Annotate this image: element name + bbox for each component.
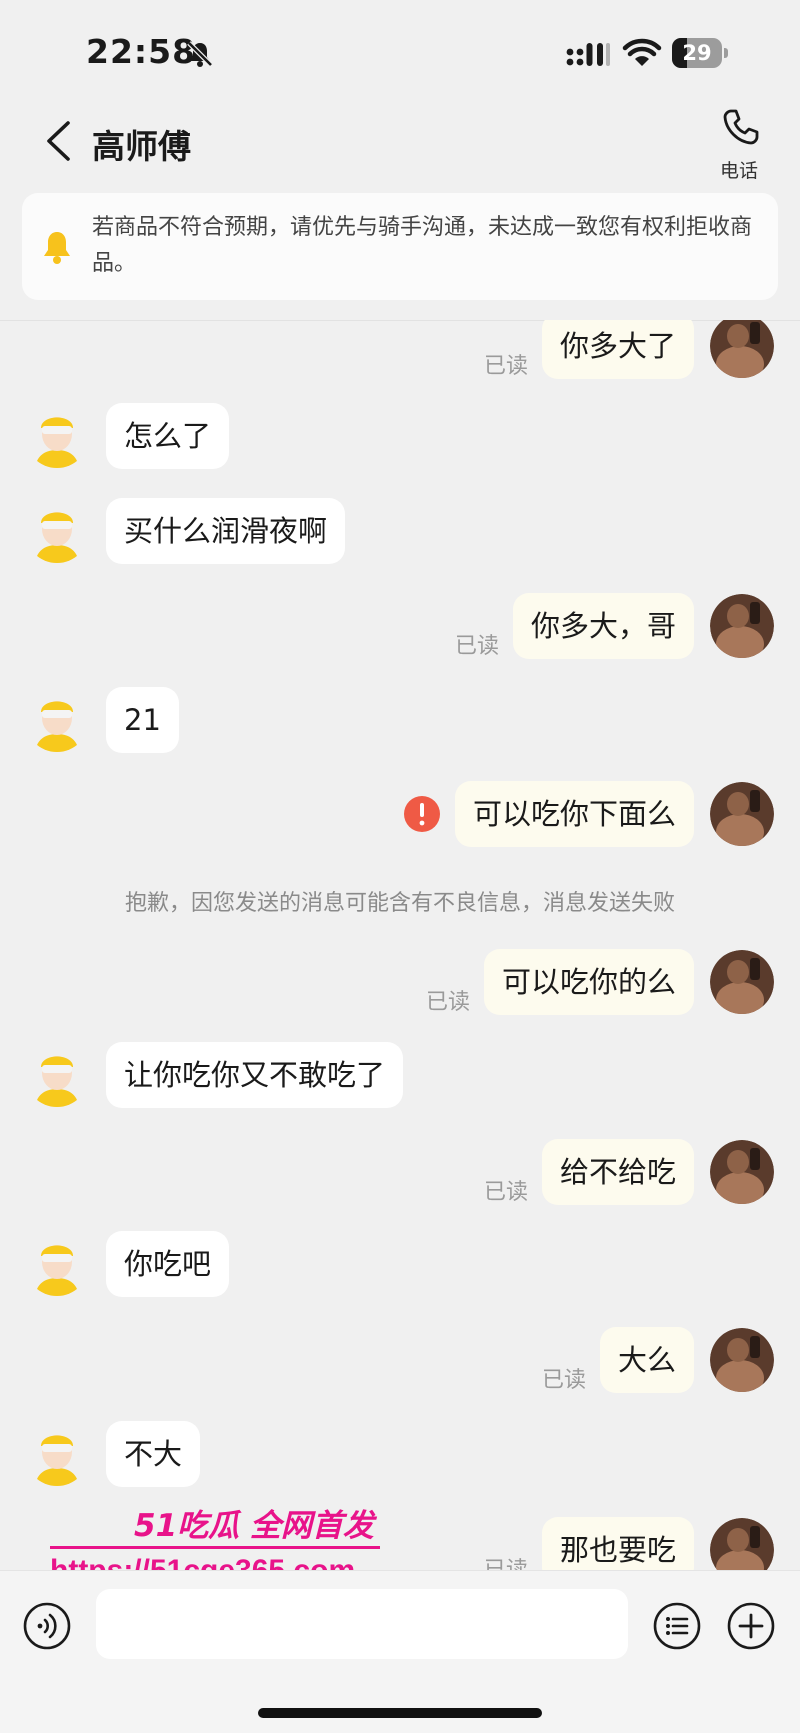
back-arrow-icon[interactable] [40, 118, 76, 164]
incoming-message[interactable]: 你吃吧 [106, 1231, 230, 1297]
notice-bell-icon [44, 232, 70, 264]
outgoing-message[interactable]: 你多大，哥 [513, 593, 695, 659]
incoming-message[interactable]: 不大 [106, 1421, 201, 1487]
bell-muted-icon [187, 41, 213, 67]
watermark-title: 51吃瓜 全网首发 [134, 1508, 374, 1544]
incoming-message[interactable]: 买什么润滑夜啊 [106, 498, 346, 564]
read-receipt: 已读 [426, 990, 471, 1015]
chat-header: 高师傅 电话 [0, 100, 800, 190]
read-receipt: 已读 [484, 1180, 529, 1205]
outgoing-message[interactable]: 大么 [600, 1327, 695, 1393]
plus-icon[interactable] [726, 1601, 776, 1651]
incoming-message[interactable]: 让你吃你又不敢吃了 [106, 1042, 404, 1108]
status-bar: 22:58 29 [0, 0, 800, 100]
user-avatar[interactable] [710, 1518, 774, 1570]
input-bar [0, 1570, 800, 1733]
courier-avatar[interactable] [25, 1043, 89, 1107]
incoming-message[interactable]: 怎么了 [106, 403, 230, 469]
order-notice: 若商品不符合预期，请优先与骑手沟通，未达成一致您有权利拒收商品。 [22, 193, 778, 300]
user-avatar[interactable] [710, 782, 774, 846]
call-label: 电话 [719, 160, 758, 182]
user-avatar[interactable] [710, 950, 774, 1014]
incoming-message[interactable]: 21 [106, 687, 179, 753]
battery-level: 29 [682, 41, 712, 65]
call-button[interactable]: 电话 [706, 106, 772, 186]
read-receipt: 已读 [484, 354, 529, 379]
user-avatar[interactable] [710, 1140, 774, 1204]
cellular-signal-icon [566, 43, 610, 66]
message-input[interactable] [96, 1589, 628, 1659]
phone-icon [723, 109, 759, 145]
quick-reply-icon[interactable] [652, 1601, 702, 1651]
courier-avatar[interactable] [25, 499, 89, 563]
outgoing-message[interactable]: 你多大了 [542, 320, 695, 379]
read-receipt: 已读 [455, 634, 500, 659]
courier-avatar[interactable] [25, 1422, 89, 1486]
user-avatar[interactable] [710, 1328, 774, 1392]
system-notice: 抱歉，因您发送的消息可能含有不良信息，消息发送失败 [124, 891, 675, 916]
courier-avatar[interactable] [25, 688, 89, 752]
status-time: 22:58 [86, 32, 197, 71]
home-indicator [258, 1708, 542, 1718]
outgoing-message[interactable]: 可以吃你下面么 [455, 781, 695, 847]
contact-name: 高师傅 [92, 127, 191, 166]
battery-indicator: 29 [672, 38, 728, 68]
user-avatar[interactable] [710, 320, 774, 378]
send-failed-icon[interactable] [403, 795, 441, 833]
read-receipt: 已读 [542, 1368, 587, 1393]
notice-text: 若商品不符合预期，请优先与骑手沟通，未达成一致您有权利拒收商品。 [92, 215, 753, 276]
outgoing-message[interactable]: 给不给吃 [542, 1139, 695, 1205]
chat-messages[interactable]: 你多大了 已读 怎么了 买什么润滑夜啊 你多大，哥 已读 21 可以吃你下面么 抱歉，因您发送的… [0, 320, 800, 1570]
user-avatar[interactable] [710, 594, 774, 658]
read-receipt: 已读 [484, 1552, 528, 1570]
courier-avatar[interactable] [25, 1232, 89, 1296]
wifi-icon [622, 38, 662, 66]
outgoing-message[interactable]: 可以吃你的么 [484, 949, 695, 1015]
voice-input-icon[interactable] [22, 1601, 72, 1651]
outgoing-message[interactable]: 那也要吃 [542, 1517, 695, 1570]
courier-avatar[interactable] [25, 404, 89, 468]
